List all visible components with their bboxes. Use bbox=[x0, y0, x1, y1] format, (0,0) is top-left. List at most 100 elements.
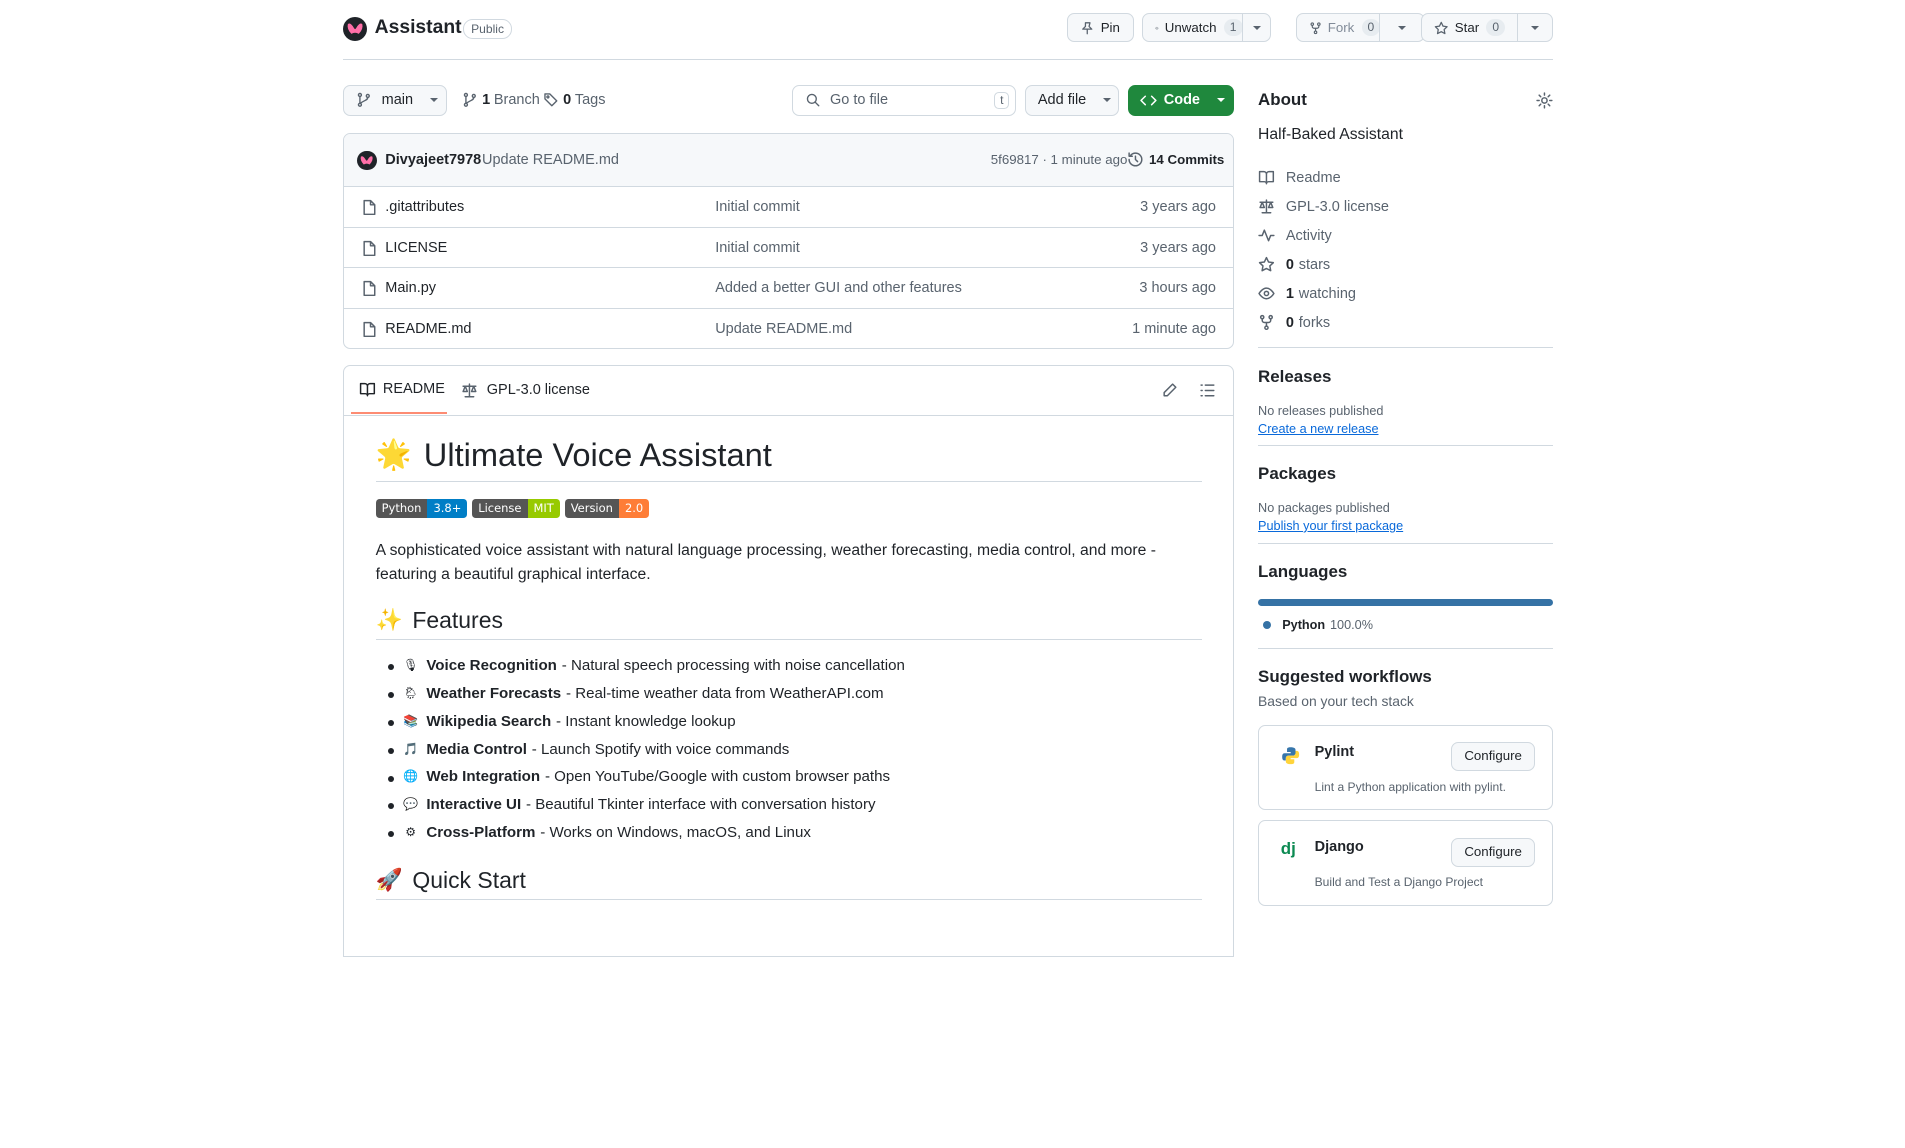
microphone-icon: 🎙 bbox=[402, 658, 419, 673]
file-commit-message[interactable]: Update README.md bbox=[715, 321, 852, 337]
commit-message[interactable]: Update README.md bbox=[482, 152, 619, 168]
file-name[interactable]: .gitattributes bbox=[385, 199, 464, 215]
tab-license[interactable]: GPL-3.0 license bbox=[461, 366, 590, 414]
file-row[interactable]: Main.py Added a better GUI and other fea… bbox=[344, 268, 1233, 309]
file-icon bbox=[363, 240, 376, 256]
readme-title: 🌟 Ultimate Voice Assistant bbox=[375, 434, 1203, 482]
star-icon bbox=[1434, 21, 1449, 34]
releases-empty: No releases published bbox=[1258, 404, 1384, 418]
file-commit-message[interactable]: Initial commit bbox=[715, 240, 800, 256]
search-icon bbox=[806, 94, 820, 107]
book-icon bbox=[359, 382, 375, 397]
rocket-icon: 🚀 bbox=[375, 867, 403, 893]
badge[interactable]: License MIT bbox=[472, 498, 560, 519]
file-name[interactable]: LICENSE bbox=[385, 240, 447, 256]
commit-author[interactable]: Divyajeet7978 bbox=[385, 152, 481, 168]
language-bar-python bbox=[1258, 598, 1553, 606]
badge[interactable]: Version 2.0 bbox=[564, 498, 650, 519]
add-file-button[interactable]: Add file bbox=[1024, 84, 1120, 116]
workflows-heading: Suggested workflows bbox=[1258, 666, 1432, 686]
chevron-down-icon bbox=[1216, 98, 1225, 103]
readme-link[interactable]: Readme bbox=[1258, 163, 1553, 192]
workflow-card: Pylint Lint a Python application with py… bbox=[1258, 724, 1553, 811]
commits-link[interactable]: 14 Commits bbox=[1127, 151, 1224, 168]
tab-readme[interactable]: README bbox=[351, 366, 447, 415]
list-item: 💬 Interactive UI - Beautiful Tkinter inter… bbox=[387, 791, 1203, 819]
outline-icon[interactable] bbox=[1199, 382, 1216, 399]
watchers-link[interactable]: 1 watching bbox=[1258, 279, 1553, 308]
packages-heading[interactable]: Packages bbox=[1258, 464, 1553, 484]
globe-icon: 🌐 bbox=[403, 769, 419, 784]
speech-bubble-icon: 💬 bbox=[403, 797, 419, 812]
fork-button[interactable]: Fork 0 bbox=[1295, 13, 1382, 43]
readme-content: 🌟 Ultimate Voice Assistant Python 3.8+ Li… bbox=[375, 434, 1203, 901]
packages-empty: No packages published bbox=[1258, 501, 1390, 516]
commit-author-avatar[interactable] bbox=[357, 150, 377, 171]
code-button[interactable]: Code bbox=[1127, 84, 1234, 116]
owner-avatar[interactable] bbox=[343, 16, 368, 42]
tags-link[interactable]: 0 Tags bbox=[543, 92, 605, 108]
file-row[interactable]: .gitattributes Initial commit 3 years ag… bbox=[344, 187, 1233, 228]
chevron-down-icon bbox=[429, 98, 438, 103]
language-item[interactable]: Python 100.0% bbox=[1258, 618, 1553, 632]
branch-selector[interactable]: main bbox=[343, 84, 448, 116]
chevron-down-icon bbox=[1530, 25, 1539, 31]
branch-icon bbox=[463, 92, 476, 107]
readme-panel: README GPL-3.0 license 🌟 Ultimate Voice … bbox=[343, 364, 1234, 958]
latest-commit-bar: Divyajeet7978 Update README.md 5f69817 ·… bbox=[344, 133, 1233, 188]
file-name[interactable]: Main.py bbox=[385, 280, 436, 296]
file-name[interactable]: README.md bbox=[385, 321, 471, 337]
star-icon bbox=[1258, 257, 1275, 272]
weather-icon: 🌦 bbox=[402, 686, 419, 701]
divider bbox=[1258, 346, 1553, 348]
activity-link[interactable]: Activity bbox=[1258, 221, 1553, 250]
forks-link[interactable]: 0 forks bbox=[1258, 308, 1553, 337]
languages-heading: Languages bbox=[1258, 561, 1348, 581]
file-icon bbox=[363, 321, 376, 338]
publish-package-link[interactable]: Publish your first package bbox=[1258, 519, 1553, 533]
about-heading: About bbox=[1258, 90, 1307, 110]
create-release-link[interactable]: Create a new release bbox=[1258, 422, 1553, 436]
commit-hash-time[interactable]: 5f69817 · 1 minute ago bbox=[991, 152, 1128, 167]
stars-link[interactable]: 0 stars bbox=[1258, 250, 1553, 279]
pin-button[interactable]: Pin bbox=[1067, 13, 1134, 43]
file-row[interactable]: LICENSE Initial commit 3 years ago bbox=[344, 228, 1233, 269]
pin-icon bbox=[1082, 21, 1093, 34]
configure-button[interactable]: Configure bbox=[1451, 837, 1535, 867]
divider bbox=[1258, 542, 1553, 544]
list-item: 🎵 Media Control - Launch Spotify with voic… bbox=[387, 736, 1203, 764]
badge-row: Python 3.8+ License MIT Version 2.0 bbox=[375, 498, 1203, 519]
go-to-file-input[interactable]: Go to file t bbox=[791, 84, 1017, 116]
unwatch-button[interactable]: Unwatch 1 bbox=[1142, 13, 1244, 43]
badge[interactable]: Python 3.8+ bbox=[375, 498, 468, 519]
scale-icon bbox=[1259, 199, 1274, 214]
releases-heading[interactable]: Releases bbox=[1258, 367, 1553, 387]
star-dropdown[interactable] bbox=[1516, 13, 1553, 43]
star-button[interactable]: Star 0 bbox=[1421, 13, 1518, 43]
workflow-name[interactable]: Pylint bbox=[1315, 744, 1354, 760]
chevron-down-icon bbox=[1252, 25, 1261, 31]
sun-icon: 🌟 bbox=[375, 438, 412, 471]
language-bar bbox=[1258, 598, 1553, 606]
file-commit-message[interactable]: Initial commit bbox=[715, 199, 800, 215]
gear-icon[interactable] bbox=[1536, 92, 1553, 109]
file-time: 3 hours ago bbox=[1139, 280, 1216, 297]
file-row[interactable]: README.md Update README.md 1 minute ago bbox=[344, 309, 1233, 348]
branches-link[interactable]: 1 Branch bbox=[462, 92, 540, 108]
django-icon: dj bbox=[1280, 839, 1296, 859]
shortcut-hint: t bbox=[994, 91, 1010, 110]
fork-dropdown[interactable] bbox=[1378, 13, 1425, 43]
features-heading: ✨ Features bbox=[375, 604, 1203, 641]
workflow-name[interactable]: Django bbox=[1315, 839, 1364, 855]
edit-icon[interactable] bbox=[1161, 382, 1178, 399]
configure-button[interactable]: Configure bbox=[1451, 742, 1535, 772]
divider bbox=[1258, 445, 1553, 447]
scale-icon bbox=[462, 383, 477, 398]
repo-name[interactable]: Assistant bbox=[375, 17, 462, 39]
watch-count: 1 bbox=[1223, 19, 1243, 37]
file-commit-message[interactable]: Added a better GUI and other features bbox=[715, 280, 962, 296]
workflow-description: Build and Test a Django Project bbox=[1314, 875, 1483, 890]
book-icon bbox=[1258, 171, 1275, 185]
license-link[interactable]: GPL-3.0 license bbox=[1258, 192, 1553, 221]
watch-dropdown[interactable] bbox=[1242, 13, 1272, 43]
